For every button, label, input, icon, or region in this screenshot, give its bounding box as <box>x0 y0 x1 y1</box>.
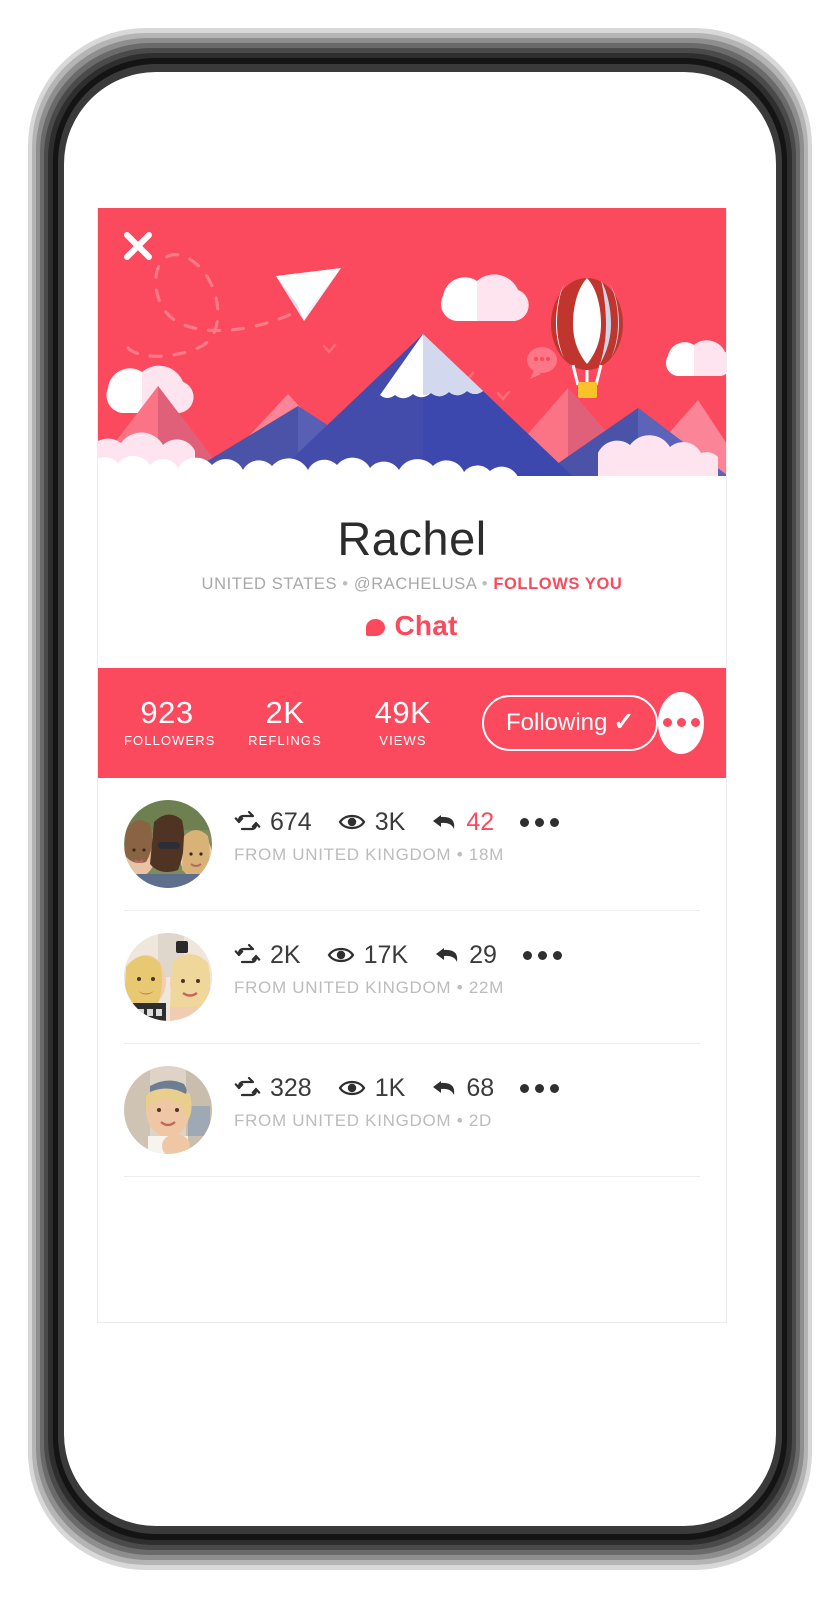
avatar[interactable] <box>124 932 212 1021</box>
post-more-options-button[interactable] <box>522 950 562 960</box>
dot-icon <box>690 718 700 728</box>
dot-icon <box>520 817 530 827</box>
stats-bar: 923 FOLLOWERS 2K REFLINGS 49K VIEWS Foll… <box>98 667 726 778</box>
post-origin: FROM UNITED KINGDOM • 18M <box>234 845 559 865</box>
eye-icon <box>338 812 366 832</box>
stat-views-label: VIEWS <box>379 732 427 748</box>
dot-icon <box>676 718 686 728</box>
post-origin: FROM UNITED KINGDOM • 2D <box>234 1111 559 1131</box>
dot-icon <box>535 817 545 827</box>
chat-button-label: Chat <box>394 609 458 641</box>
dot-icon <box>522 950 532 960</box>
post-origin-location: FROM UNITED KINGDOM <box>234 1110 452 1130</box>
profile-card: Rachel UNITED STATES • @RACHELUSA • FOLL… <box>97 208 727 1323</box>
replies-count: 68 <box>466 1073 495 1102</box>
close-icon[interactable] <box>116 224 160 268</box>
stat-followers-value: 923 <box>140 695 194 731</box>
chat-bubble-icon <box>366 619 386 637</box>
following-button[interactable]: Following ✓ <box>482 694 659 751</box>
views-count: 1K <box>374 1073 406 1102</box>
views-count: 17K <box>363 940 409 969</box>
post-origin-separator: • <box>456 977 464 997</box>
post-timestamp: 22M <box>468 977 504 997</box>
dot-icon <box>552 950 562 960</box>
stat-followers-label: FOLLOWERS <box>124 732 216 748</box>
replies-stat: 42 <box>431 808 494 837</box>
reply-arrow-icon <box>431 1078 457 1098</box>
stat-followers[interactable]: 923 FOLLOWERS <box>124 695 216 748</box>
post-origin-location: FROM UNITED KINGDOM <box>234 844 452 864</box>
dot-icon <box>535 1083 545 1093</box>
views-stat: 17K <box>327 941 408 970</box>
replies-count: 29 <box>469 940 497 969</box>
avatar[interactable] <box>124 1065 212 1154</box>
chat-button[interactable]: Chat <box>366 610 457 642</box>
reflings-count: 674 <box>270 807 312 836</box>
post-content: 674 3K 42 FROM UNITED KINGDOM • 18M <box>212 800 560 865</box>
table-row[interactable]: 328 1K 68 FROM UNITED KINGDOM • 2D <box>124 1044 700 1177</box>
eye-icon <box>338 1078 366 1098</box>
post-more-options-button[interactable] <box>520 817 560 827</box>
table-row[interactable]: 674 3K 42 FROM UNITED KINGDOM • 18M <box>124 778 700 911</box>
views-count: 3K <box>374 807 406 836</box>
dot-icon <box>550 817 560 827</box>
refling-icon <box>234 944 261 966</box>
dot-icon <box>537 950 547 960</box>
post-origin-separator: • <box>456 844 464 864</box>
reflings-stat: 2K <box>234 941 301 970</box>
dot-icon <box>550 1083 560 1093</box>
stat-views-value: 49K <box>374 695 432 731</box>
profile-meta: UNITED STATES • @RACHELUSA • FOLLOWS YOU <box>98 575 726 594</box>
check-icon: ✓ <box>613 708 635 737</box>
dot-icon <box>520 1083 530 1093</box>
post-origin: FROM UNITED KINGDOM • 22M <box>234 978 562 998</box>
profile-location: UNITED STATES <box>201 574 338 593</box>
post-stats: 2K 17K 29 <box>234 941 562 970</box>
stat-views[interactable]: 49K VIEWS <box>360 697 446 748</box>
dot-icon <box>662 718 672 728</box>
post-origin-separator: • <box>456 1110 464 1130</box>
reflings-stat: 674 <box>234 808 312 837</box>
profile-section: Rachel UNITED STATES • @RACHELUSA • FOLL… <box>98 491 726 668</box>
stat-reflings-label: REFLINGS <box>248 732 322 748</box>
table-row[interactable]: 2K 17K 29 FROM UNITED KINGDOM • 22M <box>124 911 700 1044</box>
hero-artwork <box>98 208 726 491</box>
post-timestamp: 18M <box>468 844 504 864</box>
avatar[interactable] <box>124 799 212 888</box>
post-timestamp: 2D <box>468 1110 492 1130</box>
page-title: Rachel <box>337 512 487 565</box>
reflings-stat: 328 <box>234 1074 312 1103</box>
refling-icon <box>234 811 261 833</box>
replies-stat: 68 <box>431 1074 494 1103</box>
replies-count: 42 <box>466 807 495 836</box>
post-stats: 674 3K 42 <box>234 807 560 837</box>
follows-you-badge: FOLLOWS YOU <box>493 574 623 593</box>
reflings-count: 328 <box>270 1073 312 1102</box>
eye-icon <box>327 945 355 965</box>
post-more-options-button[interactable] <box>520 1083 560 1093</box>
post-content: 328 1K 68 FROM UNITED KINGDOM • 2D <box>212 1066 560 1131</box>
post-origin-location: FROM UNITED KINGDOM <box>234 977 452 997</box>
post-stats: 328 1K 68 <box>234 1073 560 1103</box>
views-stat: 1K <box>338 1073 406 1103</box>
meta-separator-1: • <box>342 574 349 593</box>
meta-separator-2: • <box>481 574 489 593</box>
reply-arrow-icon <box>431 812 457 832</box>
stat-reflings-value: 2K <box>265 695 305 731</box>
replies-stat: 29 <box>434 941 497 970</box>
reply-arrow-icon <box>434 945 460 965</box>
hero-illustration <box>98 208 726 491</box>
more-options-button[interactable] <box>658 691 704 754</box>
following-button-label: Following <box>506 708 608 736</box>
post-content: 2K 17K 29 FROM UNITED KINGDOM • 22M <box>212 933 562 998</box>
refling-icon <box>234 1077 261 1099</box>
cloud-right <box>666 340 726 376</box>
post-list: 674 3K 42 FROM UNITED KINGDOM • 18M 2K 1… <box>98 777 726 1177</box>
reflings-count: 2K <box>270 940 301 969</box>
stat-reflings[interactable]: 2K REFLINGS <box>242 697 328 748</box>
screenshot-stage: Rachel UNITED STATES • @RACHELUSA • FOLL… <box>0 0 840 1600</box>
profile-handle: @RACHELUSA <box>353 574 477 593</box>
views-stat: 3K <box>338 807 406 837</box>
